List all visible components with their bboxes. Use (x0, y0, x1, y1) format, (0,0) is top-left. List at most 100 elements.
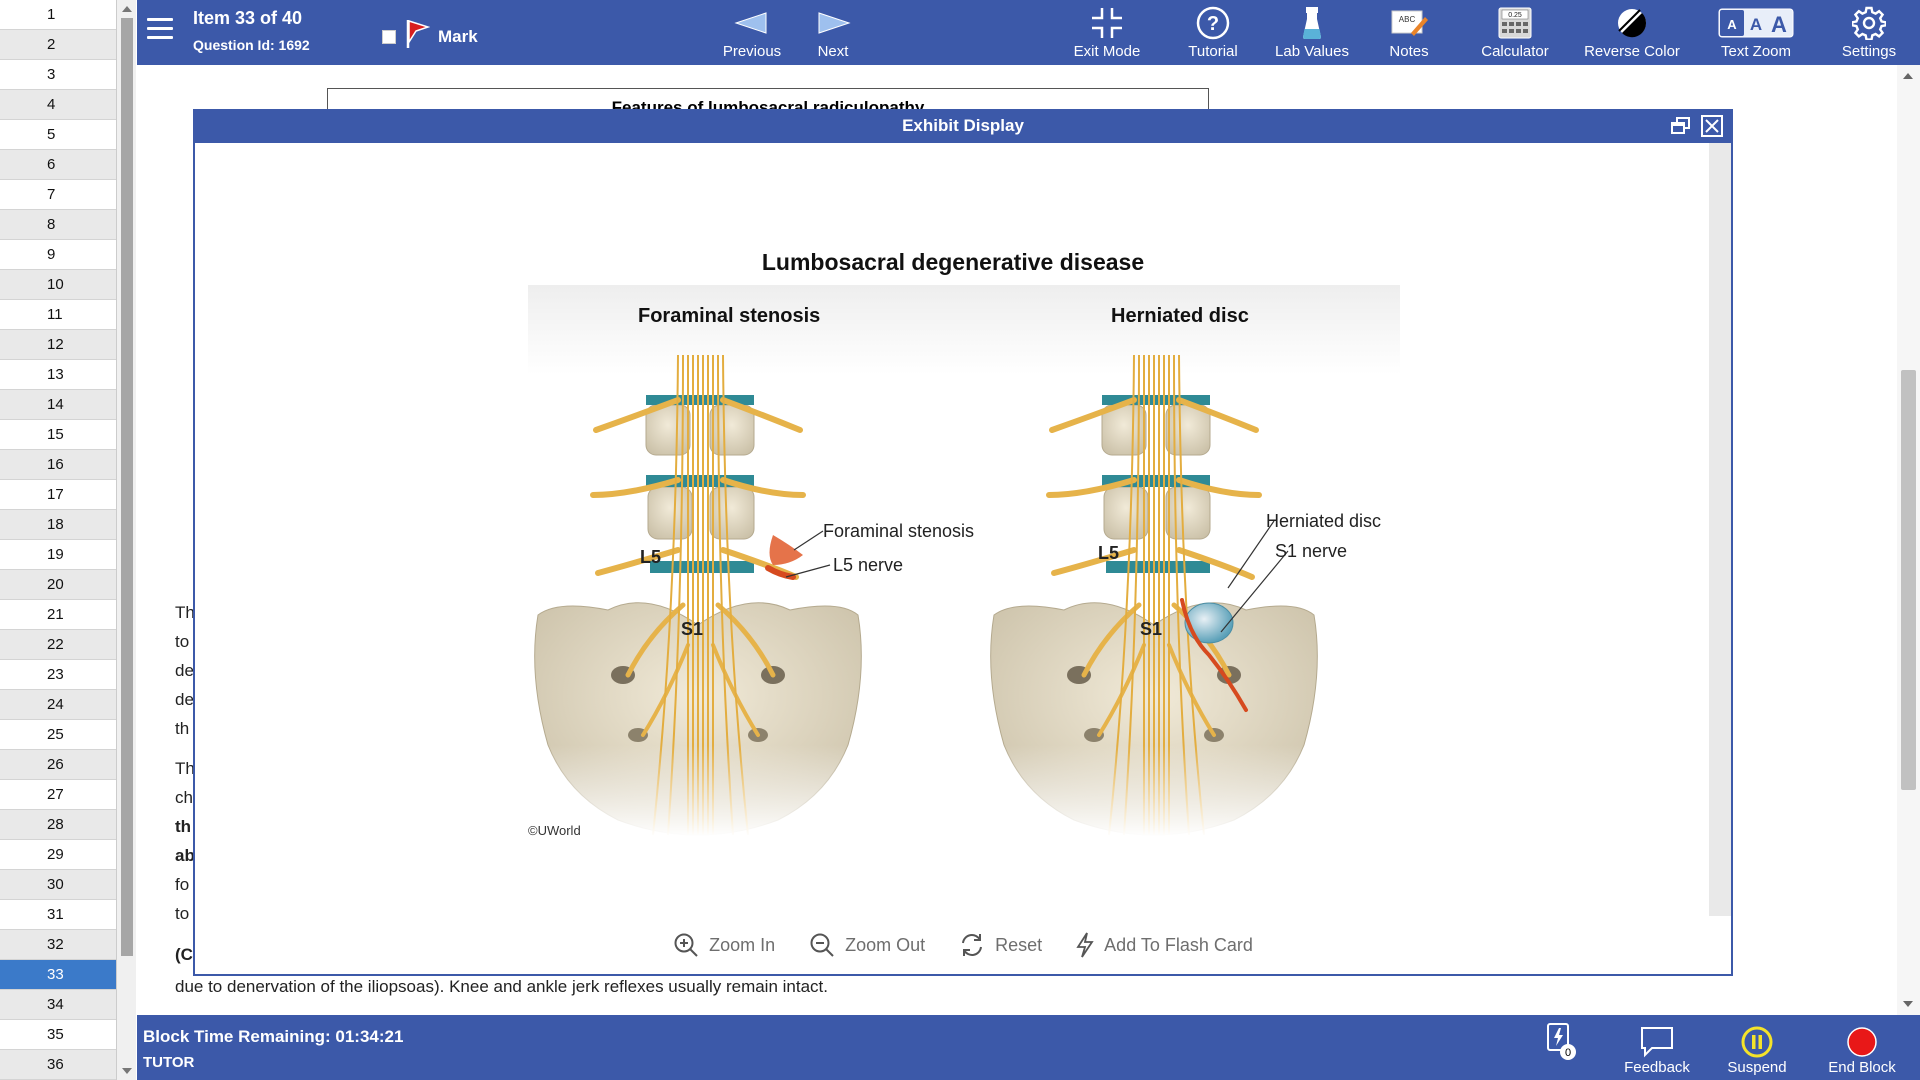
question-nav-item[interactable]: 6 (0, 150, 116, 180)
stop-icon (1847, 1027, 1877, 1057)
next-button[interactable]: Next (798, 4, 868, 60)
next-label: Next (817, 43, 849, 60)
question-nav-item[interactable]: 4 (0, 90, 116, 120)
question-nav-item[interactable]: 23 (0, 660, 116, 690)
end-block-label: End Block (1828, 1059, 1896, 1076)
zoom-in-icon (674, 933, 698, 957)
question-nav-item[interactable]: 10 (0, 270, 116, 300)
reverse-color-button[interactable]: Reverse Color (1577, 4, 1687, 60)
question-nav-item[interactable]: 34 (0, 990, 116, 1020)
question-nav-item[interactable]: 15 (0, 420, 116, 450)
question-nav-item[interactable]: 21 (0, 600, 116, 630)
question-nav-item[interactable]: 35 (0, 1020, 116, 1050)
question-nav-item[interactable]: 3 (0, 60, 116, 90)
question-nav-item[interactable]: 36 (0, 1050, 116, 1080)
help-circle-icon: ? (1196, 6, 1230, 40)
zoom-out-button[interactable]: Zoom Out (809, 932, 925, 958)
question-nav-item[interactable]: 1 (0, 0, 116, 30)
end-block-button[interactable]: End Block (1817, 1025, 1907, 1076)
lab-values-label: Lab Values (1275, 43, 1349, 60)
question-nav-item[interactable]: 28 (0, 810, 116, 840)
question-nav-item[interactable]: 25 (0, 720, 116, 750)
flashcards-button[interactable]: 0 (1537, 1023, 1587, 1060)
notes-button[interactable]: ABC Notes (1377, 4, 1441, 60)
next-arrow-icon (818, 12, 851, 34)
question-nav-item[interactable]: 22 (0, 630, 116, 660)
question-nav-item[interactable]: 16 (0, 450, 116, 480)
question-nav-item[interactable]: 31 (0, 900, 116, 930)
mark-checkbox[interactable] (382, 30, 396, 44)
suspend-button[interactable]: Suspend (1717, 1025, 1797, 1076)
question-nav-item[interactable]: 26 (0, 750, 116, 780)
feedback-button[interactable]: Feedback (1617, 1025, 1697, 1076)
question-nav-item[interactable]: 30 (0, 870, 116, 900)
figure-title: Lumbosacral degenerative disease (761, 249, 1145, 275)
question-nav-item[interactable]: 20 (0, 570, 116, 600)
svg-text:?: ? (1207, 13, 1219, 35)
add-flash-card-button[interactable]: Add To Flash Card (1076, 932, 1253, 958)
question-nav-item[interactable]: 27 (0, 780, 116, 810)
restore-window-icon[interactable] (1671, 117, 1691, 135)
exit-mode-button[interactable]: Exit Mode (1067, 4, 1147, 60)
question-nav-item[interactable]: 7 (0, 180, 116, 210)
settings-button[interactable]: Settings (1829, 4, 1909, 60)
question-nav-item[interactable]: 8 (0, 210, 116, 240)
exhibit-title: Exhibit Display (902, 116, 1024, 135)
scroll-down-arrow-icon[interactable] (1903, 1001, 1913, 1007)
content-scrollbar[interactable] (1897, 65, 1920, 1015)
right-panel-title: Herniated disc (1111, 305, 1249, 327)
calculator-button[interactable]: 0.25 Calculator (1471, 4, 1559, 60)
question-nav-item[interactable]: 29 (0, 840, 116, 870)
question-nav-item[interactable]: 19 (0, 540, 116, 570)
text-zoom-button[interactable]: A A A Text Zoom (1715, 4, 1797, 60)
question-nav-item[interactable]: 32 (0, 930, 116, 960)
calculator-label: Calculator (1481, 43, 1549, 60)
tutorial-button[interactable]: ? Tutorial (1175, 4, 1251, 60)
exit-mode-label: Exit Mode (1073, 43, 1141, 60)
explanation-fragment: th (175, 817, 192, 836)
question-id: Question Id: 1692 (193, 37, 310, 53)
navigator-scrollbar[interactable] (116, 0, 136, 1080)
exhibit-header: Exhibit Display (195, 111, 1731, 143)
exhibit-scrollbar[interactable] (1709, 143, 1731, 920)
svg-text:A: A (1727, 17, 1737, 32)
mark-control[interactable]: Mark (382, 18, 478, 50)
tutorial-label: Tutorial (1188, 43, 1238, 60)
question-nav-item[interactable]: 2 (0, 30, 116, 60)
explanation-fragment: Th (175, 603, 195, 622)
question-nav-item[interactable]: 12 (0, 330, 116, 360)
question-nav-item[interactable]: 14 (0, 390, 116, 420)
question-nav-item[interactable]: 9 (0, 240, 116, 270)
question-nav-item[interactable]: 33 (0, 960, 116, 990)
question-nav-item[interactable]: 5 (0, 120, 116, 150)
explanation-fragment: (C (175, 945, 193, 964)
previous-button[interactable]: Previous (707, 4, 797, 60)
notes-icon-text: ABC (1399, 15, 1416, 24)
scroll-up-arrow-icon[interactable] (1903, 73, 1913, 79)
previous-label: Previous (722, 43, 782, 60)
reset-button[interactable]: Reset (959, 932, 1042, 958)
navigator-scroll-thumb[interactable] (121, 18, 133, 956)
zoom-in-button[interactable]: Zoom In (673, 932, 775, 958)
content-scroll-thumb[interactable] (1901, 370, 1916, 790)
question-nav-item[interactable]: 13 (0, 360, 116, 390)
explanation-fragment: to (175, 904, 190, 923)
question-nav-item[interactable]: 17 (0, 480, 116, 510)
question-nav-item[interactable]: 11 (0, 300, 116, 330)
notes-icon: ABC (1391, 10, 1428, 36)
foraminal-stenosis-callout: Foraminal stenosis (823, 521, 975, 541)
question-nav-item[interactable]: 24 (0, 690, 116, 720)
question-nav-item[interactable]: 18 (0, 510, 116, 540)
explanation-fragment: ab (175, 846, 195, 865)
add-flash-card-label: Add To Flash Card (1104, 934, 1253, 955)
chat-bubble-icon (1641, 1027, 1673, 1058)
scroll-down-arrow-icon[interactable] (122, 1068, 132, 1074)
flashcard-icon: 0 (1547, 1023, 1576, 1060)
bottom-toolbar: Block Time Remaining: 01:34:21 TUTOR 0 F… (137, 1015, 1920, 1080)
scroll-up-arrow-icon[interactable] (122, 6, 132, 12)
lab-values-button[interactable]: Lab Values (1267, 4, 1357, 60)
close-icon[interactable] (1701, 115, 1723, 137)
exit-fullscreen-icon (1092, 8, 1122, 38)
menu-icon[interactable] (147, 18, 173, 42)
explanation-text: due to denervation of the iliopsoas). Kn… (175, 977, 828, 996)
